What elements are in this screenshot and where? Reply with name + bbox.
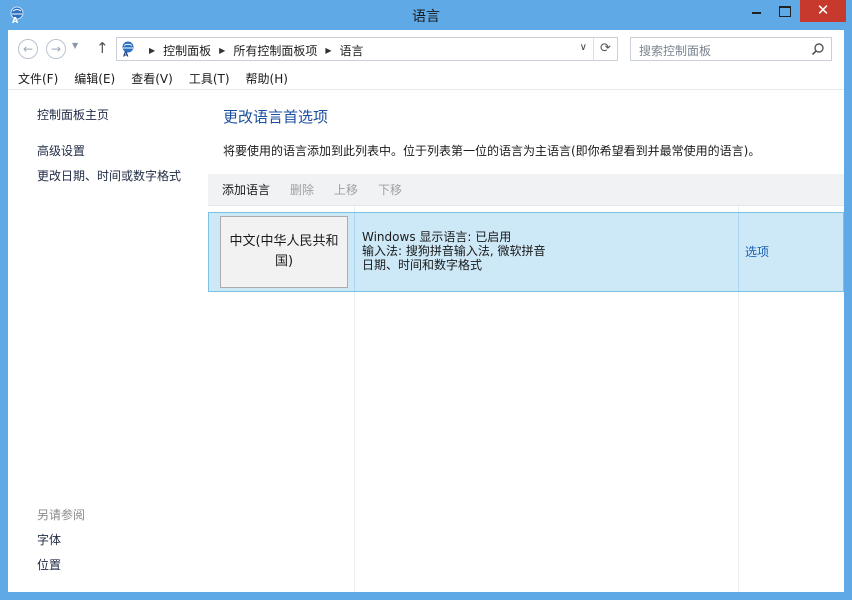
- recent-locations-icon[interactable]: ▼: [72, 41, 78, 50]
- row-divider: [354, 213, 355, 291]
- language-toolbar: 添加语言 删除 上移 下移: [208, 174, 844, 206]
- close-button[interactable]: ✕: [800, 0, 846, 22]
- main-content: 更改语言首选项 将要使用的语言添加到此列表中。位于列表第一位的语言为主语言(即你…: [208, 91, 844, 592]
- row-divider: [738, 213, 739, 291]
- search-icon[interactable]: [811, 42, 825, 56]
- chevron-right-icon[interactable]: ▶: [219, 46, 225, 55]
- chevron-down-icon[interactable]: ∨: [580, 42, 587, 53]
- language-list-item[interactable]: 中文(中华人民共和国) Windows 显示语言: 已启用 输入法: 搜狗拼音输…: [208, 212, 844, 292]
- link-location[interactable]: 位置: [37, 556, 61, 573]
- breadcrumb-control-panel[interactable]: 控制面板: [163, 42, 211, 59]
- back-button[interactable]: ←: [18, 39, 38, 59]
- maximize-button[interactable]: [770, 0, 798, 22]
- language-options-link[interactable]: 选项: [745, 243, 769, 260]
- link-fonts[interactable]: 字体: [37, 531, 61, 548]
- minimize-button[interactable]: [742, 0, 770, 22]
- svg-text:A: A: [123, 51, 129, 58]
- chevron-right-icon[interactable]: ▶: [149, 46, 155, 55]
- address-bar[interactable]: A ▶ 控制面板 ▶ 所有控制面板项 ▶ 语言 ∨ ⟳: [116, 37, 618, 61]
- forward-button[interactable]: →: [46, 39, 66, 59]
- input-methods: 输入法: 搜狗拼音输入法, 微软拼音: [362, 244, 546, 258]
- remove-button[interactable]: 删除: [290, 181, 314, 198]
- language-location-icon: A: [122, 41, 134, 58]
- language-name-button[interactable]: 中文(中华人民共和国): [220, 216, 348, 288]
- window-title: 语言: [412, 9, 440, 25]
- refresh-button[interactable]: ⟳: [593, 38, 617, 60]
- up-button[interactable]: ↑: [96, 39, 109, 57]
- menu-tools[interactable]: 工具(T): [179, 70, 236, 87]
- page-description: 将要使用的语言添加到此列表中。位于列表第一位的语言为主语言(即你希望看到并最常使…: [223, 144, 761, 158]
- add-language-button[interactable]: 添加语言: [222, 181, 270, 198]
- close-icon: ✕: [816, 1, 830, 19]
- menu-bar: 文件(F) 编辑(E) 查看(V) 工具(T) 帮助(H): [8, 68, 844, 90]
- menu-file[interactable]: 文件(F): [8, 70, 64, 87]
- menu-view[interactable]: 查看(V): [121, 70, 179, 87]
- breadcrumb-all-items[interactable]: 所有控制面板项: [233, 42, 317, 59]
- display-language-status: Windows 显示语言: 已启用: [362, 230, 512, 244]
- link-advanced-settings[interactable]: 高级设置: [37, 142, 85, 159]
- menu-edit[interactable]: 编辑(E): [64, 70, 121, 87]
- client-area: ← → ▼ ↑ A ▶ 控制面板 ▶ 所有控制面板项 ▶ 语言 ∨ ⟳ 搜索控制…: [8, 30, 844, 592]
- search-box[interactable]: 搜索控制面板: [630, 37, 832, 61]
- link-control-panel-home[interactable]: 控制面板主页: [37, 106, 109, 123]
- date-time-number-format: 日期、时间和数字格式: [362, 258, 483, 272]
- navigation-bar: ← → ▼ ↑ A ▶ 控制面板 ▶ 所有控制面板项 ▶ 语言 ∨ ⟳ 搜索控制…: [8, 30, 844, 66]
- left-navigation-pane: 控制面板主页 高级设置 更改日期、时间或数字格式 另请参阅 字体 位置: [8, 91, 208, 592]
- link-change-date-format[interactable]: 更改日期、时间或数字格式: [37, 167, 181, 184]
- chevron-right-icon[interactable]: ▶: [325, 46, 331, 55]
- language-details: Windows 显示语言: 已启用 输入法: 搜狗拼音输入法, 微软拼音 日期、…: [362, 230, 546, 272]
- move-up-button[interactable]: 上移: [334, 181, 358, 198]
- see-also-label: 另请参阅: [37, 508, 86, 522]
- title-bar[interactable]: A 语言 ✕: [0, 0, 852, 30]
- search-input[interactable]: 搜索控制面板: [639, 42, 711, 59]
- breadcrumb: ▶ 控制面板 ▶ 所有控制面板项 ▶ 语言: [141, 42, 364, 59]
- breadcrumb-language[interactable]: 语言: [340, 42, 364, 59]
- page-title: 更改语言首选项: [223, 108, 329, 126]
- move-down-button[interactable]: 下移: [378, 181, 402, 198]
- window: A 语言 ✕ ← → ▼ ↑ A ▶ 控制面板 ▶ 所有控制面板项 ▶ 语言 ∨…: [0, 0, 852, 600]
- menu-help[interactable]: 帮助(H): [236, 70, 294, 87]
